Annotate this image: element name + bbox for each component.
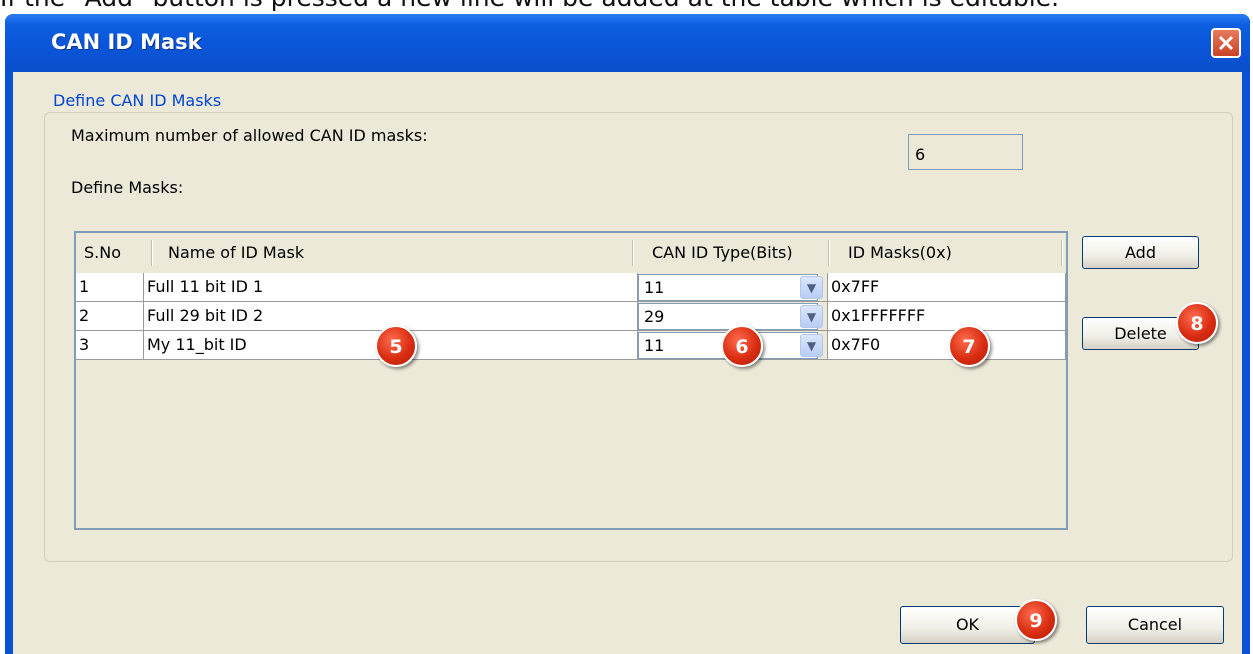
- chevron-down-icon[interactable]: ▼: [800, 334, 823, 357]
- table-row[interactable]: 2 Full 29 bit ID 2 29 ▼ 0x1FFFFFFF: [76, 302, 1066, 331]
- cell-name[interactable]: Full 11 bit ID 1: [144, 273, 638, 302]
- chevron-down-icon[interactable]: ▼: [800, 276, 823, 299]
- close-button[interactable]: [1211, 28, 1241, 58]
- callout-badge-6: 6: [721, 325, 763, 367]
- callout-badge-8: 8: [1176, 302, 1218, 344]
- max-masks-field: 6: [908, 134, 1023, 170]
- header-name[interactable]: Name of ID Mask: [168, 233, 304, 273]
- table-row[interactable]: 1 Full 11 bit ID 1 11 ▼ 0x7FF: [76, 273, 1066, 302]
- cell-mask[interactable]: 0x1FFFFFFF: [828, 302, 1066, 331]
- type-combobox[interactable]: 11: [638, 274, 818, 301]
- caption-text: If the "Add" button is pressed a new lin…: [0, 0, 1253, 12]
- define-masks-label: Define Masks:: [71, 178, 184, 197]
- callout-badge-5: 5: [375, 325, 417, 367]
- close-icon: [1218, 35, 1234, 51]
- cell-sno[interactable]: 3: [76, 331, 144, 360]
- header-type[interactable]: CAN ID Type(Bits): [652, 233, 793, 273]
- title-bar: CAN ID Mask: [5, 14, 1250, 72]
- cell-mask[interactable]: 0x7FF: [828, 273, 1066, 302]
- groupbox-legend: Define CAN ID Masks: [49, 91, 226, 110]
- cell-sno[interactable]: 1: [76, 273, 144, 302]
- callout-badge-7: 7: [948, 325, 990, 367]
- chevron-down-icon[interactable]: ▼: [800, 305, 823, 328]
- header-divider: [151, 240, 153, 266]
- header-divider: [632, 240, 634, 266]
- window-title: CAN ID Mask: [51, 30, 202, 54]
- header-sno[interactable]: S.No: [84, 233, 121, 273]
- header-divider: [1061, 240, 1063, 266]
- dialog-window: CAN ID Mask Define CAN ID Masks Maximum …: [5, 14, 1250, 654]
- type-combobox[interactable]: 29: [638, 303, 818, 330]
- cell-sno[interactable]: 2: [76, 302, 144, 331]
- max-masks-label: Maximum number of allowed CAN ID masks:: [71, 126, 428, 145]
- table-header: S.No Name of ID Mask CAN ID Type(Bits) I…: [76, 233, 1066, 273]
- table-row[interactable]: 3 My 11_bit ID 11 ▼ 0x7F0: [76, 331, 1066, 360]
- cell-mask[interactable]: 0x7F0: [828, 331, 1066, 360]
- id-mask-table: S.No Name of ID Mask CAN ID Type(Bits) I…: [74, 231, 1068, 530]
- header-mask[interactable]: ID Masks(0x): [848, 233, 952, 273]
- dialog-client-area: Define CAN ID Masks Maximum number of al…: [13, 72, 1242, 654]
- cell-type[interactable]: 11 ▼: [638, 273, 828, 302]
- header-divider: [828, 240, 830, 266]
- add-button[interactable]: Add: [1082, 236, 1199, 269]
- callout-badge-9: 9: [1015, 599, 1057, 641]
- cancel-button[interactable]: Cancel: [1086, 606, 1224, 644]
